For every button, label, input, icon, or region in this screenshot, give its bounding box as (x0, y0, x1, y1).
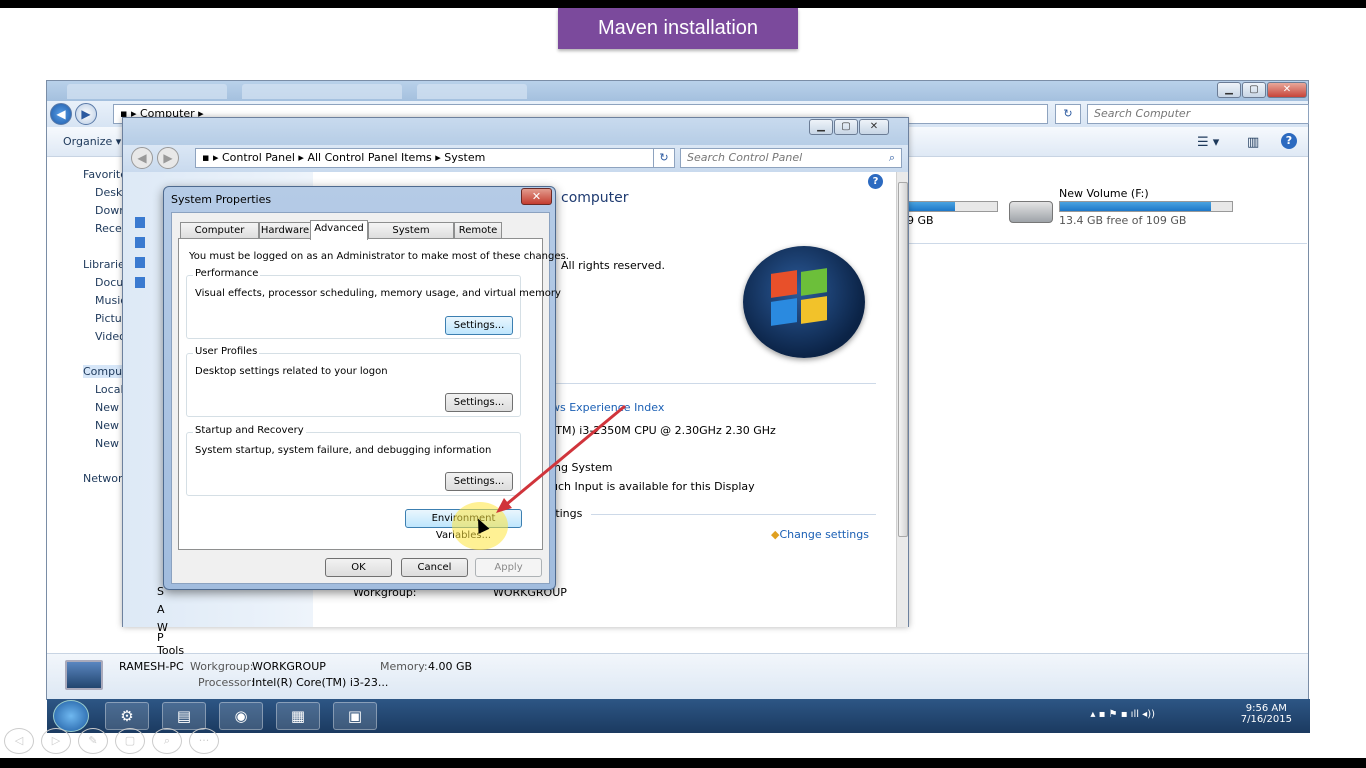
video-controls: ◁ ▷ ✎ ▢ ⌕ ··· (4, 728, 219, 754)
pen-icon[interactable]: ✎ (78, 728, 108, 754)
annotation-arrow (496, 404, 626, 513)
previous-icon[interactable]: ◁ (4, 728, 34, 754)
copy-icon[interactable]: ▢ (115, 728, 145, 754)
play-icon[interactable]: ▷ (41, 728, 71, 754)
zoom-icon[interactable]: ⌕ (152, 728, 182, 754)
bottom-letterbox (0, 758, 1366, 768)
arrow-line (501, 404, 626, 510)
tab-advanced[interactable]: Advanced (310, 220, 368, 240)
more-icon[interactable]: ··· (189, 728, 219, 754)
